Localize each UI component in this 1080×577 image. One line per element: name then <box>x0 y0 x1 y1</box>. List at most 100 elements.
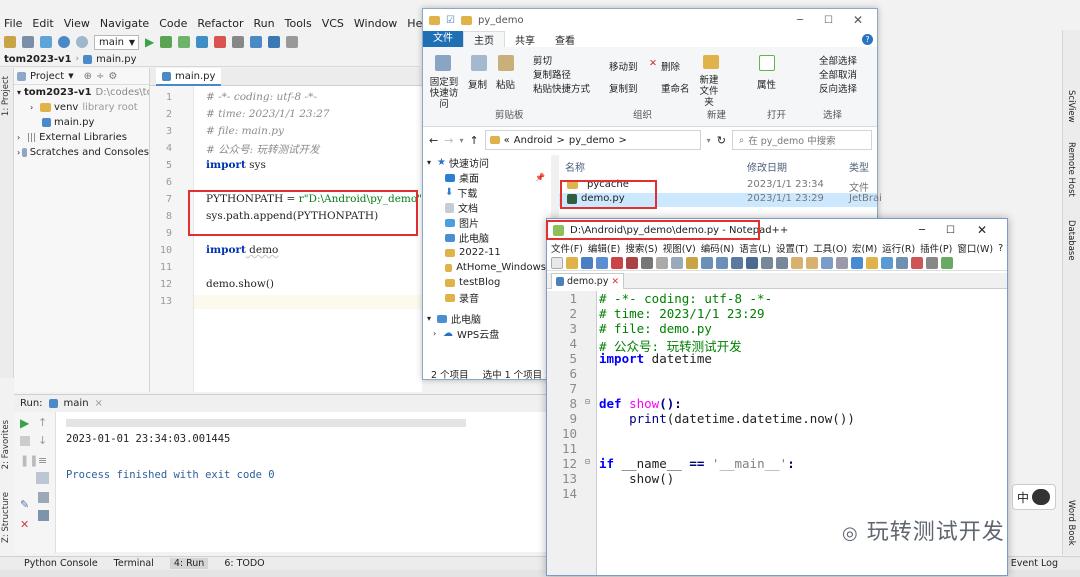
ribbon-tab-home[interactable]: 主页 <box>463 31 505 47</box>
tree-venv[interactable]: › venv library root <box>14 100 149 115</box>
close-icon[interactable]: ✕ <box>853 13 863 27</box>
np-menu-file[interactable]: 文件(F) <box>551 241 583 255</box>
pin-quick-access-button[interactable]: 固定到快速访问 <box>427 77 461 110</box>
np-menu-run[interactable]: 运行(R) <box>882 241 915 255</box>
column-name[interactable]: 名称 <box>565 159 585 174</box>
terminal-tab[interactable]: Terminal <box>114 558 154 569</box>
np-menu-view[interactable]: 视图(V) <box>663 241 696 255</box>
sync-v-icon[interactable] <box>791 256 803 269</box>
column-date[interactable]: 修改日期 <box>747 159 787 174</box>
menu-file[interactable]: File <box>4 17 22 30</box>
paste-icon[interactable] <box>686 256 698 269</box>
close-icon[interactable]: × <box>95 398 103 409</box>
np-menu-encoding[interactable]: 编码(N) <box>701 241 735 255</box>
delete-button[interactable]: 删除 <box>661 59 680 73</box>
copy-path-button[interactable]: 复制路径 <box>533 67 571 81</box>
ime-indicator[interactable]: 中 <box>1012 484 1056 510</box>
up-arrow-icon[interactable]: ↑ <box>469 134 478 147</box>
rename-button[interactable]: 重命名 <box>661 81 690 95</box>
todo-tab[interactable]: 6: TODO <box>224 558 264 569</box>
column-type[interactable]: 类型 <box>849 159 869 174</box>
sync-h-icon[interactable] <box>806 256 818 269</box>
chevron-down-icon[interactable]: ▾ <box>459 136 463 145</box>
address-segment[interactable]: py_demo <box>569 135 615 146</box>
menu-vcs[interactable]: VCS <box>322 17 344 30</box>
redo-icon[interactable] <box>716 256 728 269</box>
show-all-icon[interactable] <box>836 256 848 269</box>
menu-view[interactable]: View <box>64 17 90 30</box>
nav-quick-access[interactable]: ▾ ★ 快速访问 <box>423 155 551 170</box>
nav-desktop[interactable]: 桌面 📌 <box>423 170 551 185</box>
stripe-remote-host[interactable]: Remote Host <box>1066 142 1076 197</box>
new-file-icon[interactable] <box>551 256 563 269</box>
menu-run[interactable]: Run <box>254 17 275 30</box>
address-bar[interactable]: « Android > py_demo > <box>484 130 701 150</box>
zoom-out-icon[interactable] <box>776 256 788 269</box>
sync-icon[interactable] <box>40 36 52 48</box>
save-all-icon[interactable] <box>596 256 608 269</box>
close-icon[interactable]: ✕ <box>611 277 619 287</box>
invert-selection-button[interactable]: 反向选择 <box>819 81 857 95</box>
tree-root[interactable]: ▾ tom2023-v1 D:\codes\to <box>14 85 149 100</box>
forward-arrow-icon[interactable]: → <box>444 134 453 147</box>
zoom-in-icon[interactable] <box>761 256 773 269</box>
debug-icon[interactable] <box>160 36 173 48</box>
up-arrow-icon[interactable]: ↑ <box>38 416 47 429</box>
np-menu-macro[interactable]: 宏(M) <box>852 241 877 255</box>
new-folder-button[interactable]: 新建文件夹 <box>695 75 723 108</box>
restore-layout-icon[interactable] <box>36 472 49 484</box>
maximize-icon[interactable]: ☐ <box>946 225 955 236</box>
rerun-icon[interactable]: ▶ <box>20 416 29 430</box>
collapse-icon[interactable]: ÷ <box>96 71 104 82</box>
editor-tab-main-py[interactable]: main.py <box>156 68 222 86</box>
run-tab[interactable]: main <box>64 398 89 409</box>
nav-documents[interactable]: 文档 <box>423 200 551 215</box>
wrap-icon[interactable]: ≡ <box>38 454 47 467</box>
chevron-down-icon[interactable]: ▼ <box>68 72 73 80</box>
menu-tools[interactable]: Tools <box>285 17 312 30</box>
play-macro-icon[interactable] <box>941 256 953 269</box>
refresh-icon[interactable]: ↻ <box>717 134 726 147</box>
select-all-button[interactable]: 全部选择 <box>819 53 857 67</box>
fold-icon[interactable]: ⊟ <box>585 457 590 466</box>
run-config-select[interactable]: main ▼ <box>94 34 139 50</box>
np-menu-tools[interactable]: 工具(O) <box>813 241 847 255</box>
nav-athome[interactable]: AtHome_Windows_ <box>423 260 551 275</box>
address-overflow[interactable]: « <box>504 135 510 146</box>
ribbon-tab-view[interactable]: 查看 <box>545 32 585 47</box>
stop-macro-icon[interactable] <box>926 256 938 269</box>
nav-recordings[interactable]: 录音 <box>423 290 551 305</box>
folder-as-workspace-icon[interactable] <box>896 256 908 269</box>
stripe-sciview[interactable]: SciView <box>1066 90 1076 123</box>
find-icon[interactable] <box>731 256 743 269</box>
forward-icon[interactable] <box>76 36 88 48</box>
code-editor[interactable]: # -*- coding: utf-8 -*- # time: 2023/1/1… <box>194 86 422 392</box>
breadcrumb-project[interactable]: tom2023-v1 <box>4 54 72 65</box>
python-console-tab[interactable]: Python Console <box>24 558 98 569</box>
tree-external-libraries[interactable]: › ||| External Libraries <box>14 130 149 145</box>
stripe-word-book[interactable]: Word Book <box>1066 500 1076 546</box>
fold-icon[interactable]: ⊟ <box>585 397 590 406</box>
stripe-database[interactable]: Database <box>1066 220 1076 261</box>
np-menu-search[interactable]: 搜索(S) <box>625 241 657 255</box>
print-icon[interactable] <box>38 492 49 503</box>
print-icon[interactable] <box>641 256 653 269</box>
np-menu-language[interactable]: 语言(L) <box>739 241 771 255</box>
np-menu-window[interactable]: 窗口(W) <box>957 241 993 255</box>
project-view-label[interactable]: Project <box>30 71 64 82</box>
menu-edit[interactable]: Edit <box>32 17 53 30</box>
settings-icon[interactable] <box>232 36 245 48</box>
help-icon[interactable]: ? <box>862 33 873 45</box>
np-tab-demo-py[interactable]: demo.py ✕ <box>551 273 624 289</box>
nav-this-pc[interactable]: ▾ 此电脑 <box>423 311 551 326</box>
np-menu-help[interactable]: ? <box>998 243 1003 254</box>
copy-to-button[interactable]: 复制到 <box>609 81 638 95</box>
back-arrow-icon[interactable]: ← <box>429 134 438 147</box>
minimize-icon[interactable]: ─ <box>919 225 925 236</box>
close-all-icon[interactable] <box>626 256 638 269</box>
close-file-icon[interactable] <box>611 256 623 269</box>
minimize-icon[interactable]: ─ <box>797 15 803 26</box>
np-menu-settings[interactable]: 设置(T) <box>776 241 808 255</box>
event-log-tab[interactable]: Event Log <box>1011 558 1058 569</box>
gear-icon[interactable]: ⚙ <box>108 71 117 82</box>
